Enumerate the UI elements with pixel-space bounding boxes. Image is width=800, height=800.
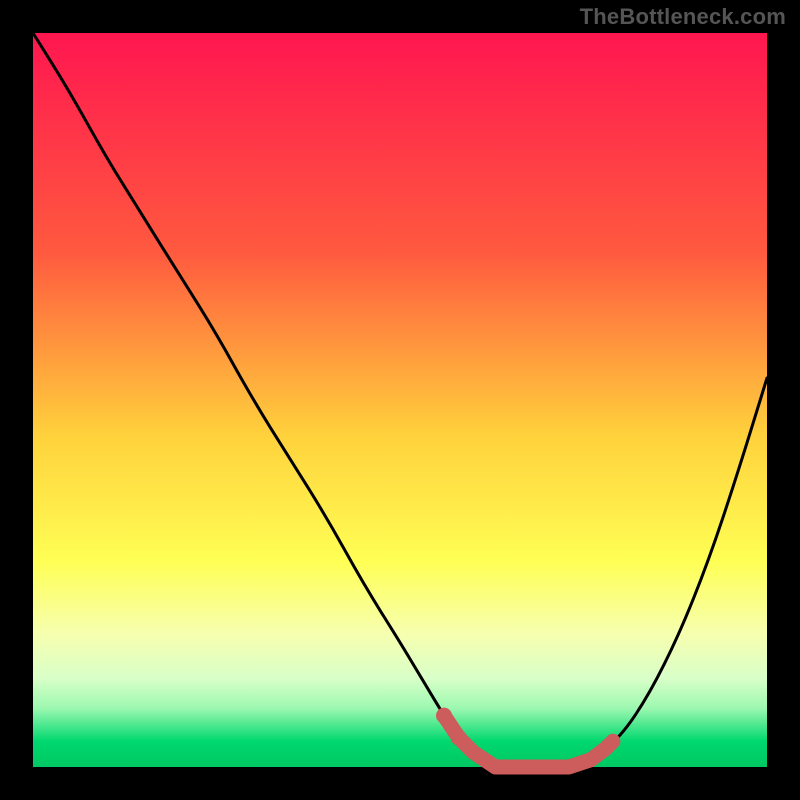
optimal-marker-dot	[451, 730, 467, 746]
chart-background	[33, 33, 767, 767]
chart-frame: TheBottleneck.com	[0, 0, 800, 800]
watermark-text: TheBottleneck.com	[580, 4, 786, 30]
optimal-marker-dot	[436, 708, 452, 724]
bottleneck-chart	[0, 0, 800, 800]
